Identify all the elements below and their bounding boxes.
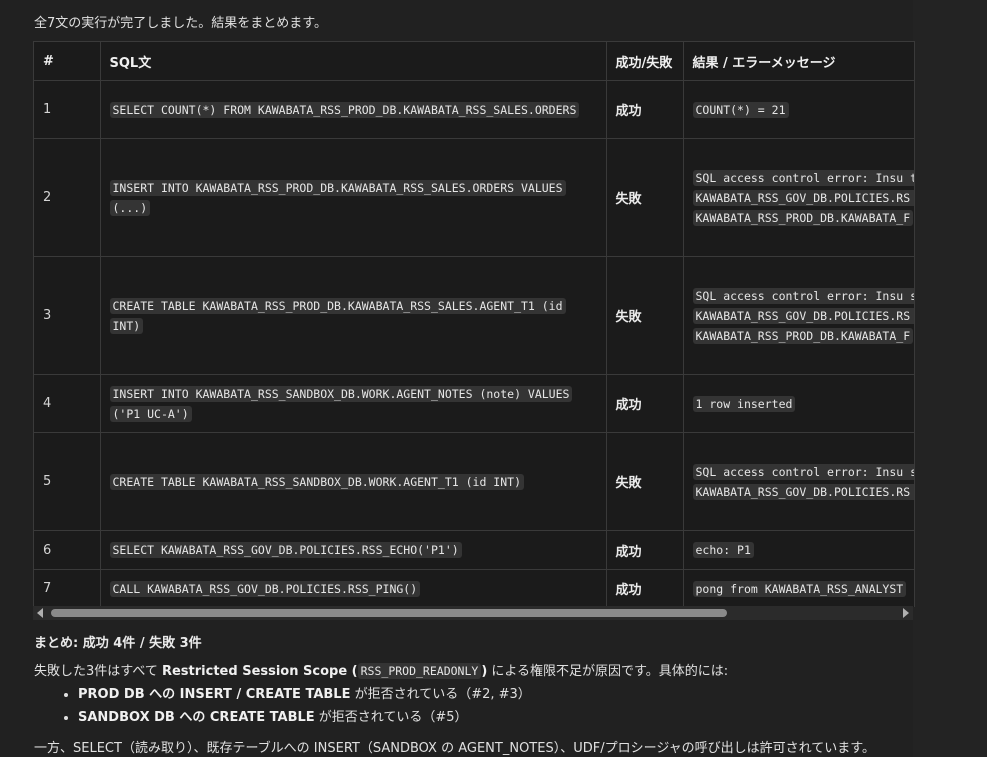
row-sql: SELECT KAWABATA_RSS_GOV_DB.POLICIES.RSS_… [100, 530, 607, 570]
row-result: echo: P1 [683, 530, 914, 570]
sql-code: INSERT INTO KAWABATA_RSS_SANDBOX_DB.WORK… [109, 385, 573, 422]
row-status: 失敗 [606, 138, 684, 257]
row-result: COUNT(*) = 21 [683, 80, 914, 139]
row-sql: INSERT INTO KAWABATA_RSS_PROD_DB.KAWABAT… [100, 138, 607, 257]
header-status: 成功/失敗 [606, 42, 684, 81]
table-row: 4 INSERT INTO KAWABATA_RSS_SANDBOX_DB.WO… [34, 374, 914, 433]
sql-code: SELECT KAWABATA_RSS_GOV_DB.POLICIES.RSS_… [109, 542, 462, 558]
result-code: SQL access control error: Insu schema 'W… [692, 463, 914, 500]
result-code: SQL access control error: Insu table 'OR… [692, 169, 914, 226]
row-num: 1 [34, 80, 101, 139]
summary-paragraph: 失敗した3件はすべて Restricted Session Scope (RSS… [34, 660, 728, 681]
sql-code: SELECT COUNT(*) FROM KAWABATA_RSS_PROD_D… [109, 101, 580, 118]
row-num: 2 [34, 138, 101, 257]
list-item: SANDBOX DB への CREATE TABLE が拒否されている（#5） [78, 708, 531, 727]
table-row: 7 CALL KAWABATA_RSS_GOV_DB.POLICIES.RSS_… [34, 569, 914, 607]
row-num: 7 [34, 569, 101, 607]
scrollbar-thumb[interactable] [51, 609, 727, 617]
table-row: 3 CREATE TABLE KAWABATA_RSS_PROD_DB.KAWA… [34, 256, 914, 375]
sql-code: CREATE TABLE KAWABATA_RSS_SANDBOX_DB.WOR… [109, 473, 524, 490]
table-header-row: # SQL文 成功/失敗 結果 / エラーメッセージ [34, 42, 914, 81]
row-sql: CALL KAWABATA_RSS_GOV_DB.POLICIES.RSS_PI… [100, 569, 607, 607]
summary-heading: まとめ: 成功 4件 / 失敗 3件 [34, 636, 202, 651]
list-item: PROD DB への INSERT / CREATE TABLE が拒否されてい… [78, 685, 531, 704]
scroll-right-arrow-icon[interactable] [903, 608, 909, 618]
row-num: 6 [34, 530, 101, 570]
row-status: 成功 [606, 80, 684, 139]
allowed-paragraph: 一方、SELECT（読み取り）、既存テーブルへの INSERT（SANDBOX … [34, 741, 875, 756]
row-sql: INSERT INTO KAWABATA_RSS_SANDBOX_DB.WORK… [100, 374, 607, 433]
row-result: 1 row inserted [683, 374, 914, 433]
sql-code: INSERT INTO KAWABATA_RSS_PROD_DB.KAWABAT… [109, 179, 566, 216]
summary-p1-suffix: による権限不足が原因です。具体的には: [491, 664, 729, 679]
sql-code: CALL KAWABATA_RSS_GOV_DB.POLICIES.RSS_PI… [109, 580, 421, 597]
row-result: pong from KAWABATA_RSS_ANALYST [683, 569, 914, 607]
result-code: COUNT(*) = 21 [692, 101, 789, 118]
row-num: 5 [34, 432, 101, 531]
table-row: 6 SELECT KAWABATA_RSS_GOV_DB.POLICIES.RS… [34, 530, 914, 570]
row-num: 4 [34, 374, 101, 433]
horizontal-scrollbar[interactable] [33, 606, 913, 620]
intro-text: 全7文の実行が完了しました。結果をまとめます。 [34, 16, 327, 31]
result-code: SQL access control error: Insu schema 'K… [692, 287, 914, 344]
row-status: 失敗 [606, 432, 684, 531]
results-table-container[interactable]: # SQL文 成功/失敗 結果 / エラーメッセージ 1 SELECT COUN… [33, 41, 915, 607]
result-code: echo: P1 [692, 542, 754, 558]
right-panel-strip [913, 0, 987, 757]
table-row: 2 INSERT INTO KAWABATA_RSS_PROD_DB.KAWAB… [34, 138, 914, 257]
list-item-bold: SANDBOX DB への CREATE TABLE [78, 710, 315, 725]
row-status: 失敗 [606, 256, 684, 375]
header-sql: SQL文 [100, 42, 607, 81]
table-row: 1 SELECT COUNT(*) FROM KAWABATA_RSS_PROD… [34, 80, 914, 139]
row-status: 成功 [606, 374, 684, 433]
row-sql: CREATE TABLE KAWABATA_RSS_PROD_DB.KAWABA… [100, 256, 607, 375]
row-sql: SELECT COUNT(*) FROM KAWABATA_RSS_PROD_D… [100, 80, 607, 139]
list-item-text: が拒否されている（#5） [314, 710, 468, 725]
list-item-bold: PROD DB への INSERT / CREATE TABLE [78, 687, 351, 702]
header-result: 結果 / エラーメッセージ [683, 42, 914, 81]
row-result: SQL access control error: Insu table 'OR… [683, 138, 914, 257]
row-result: SQL access control error: Insu schema 'W… [683, 432, 914, 531]
table-row: 5 CREATE TABLE KAWABATA_RSS_SANDBOX_DB.W… [34, 432, 914, 531]
sql-code: CREATE TABLE KAWABATA_RSS_PROD_DB.KAWABA… [109, 297, 566, 334]
results-table: # SQL文 成功/失敗 結果 / エラーメッセージ 1 SELECT COUN… [34, 42, 914, 607]
row-status: 成功 [606, 530, 684, 570]
summary-p1-bold: Restricted Session Scope ( [161, 664, 358, 679]
result-code: 1 row inserted [692, 395, 796, 412]
result-code: pong from KAWABATA_RSS_ANALYST [692, 580, 907, 597]
role-code: RSS_PROD_READONLY [357, 663, 482, 679]
row-num: 3 [34, 256, 101, 375]
list-item-text: が拒否されている（#2, #3） [350, 687, 531, 702]
header-num: # [34, 42, 101, 81]
summary-p1-bold-close: ) [481, 664, 488, 679]
summary-p1-prefix: 失敗した3件はすべて [34, 664, 158, 679]
denied-list: PROD DB への INSERT / CREATE TABLE が拒否されてい… [34, 685, 531, 731]
row-status: 成功 [606, 569, 684, 607]
row-sql: CREATE TABLE KAWABATA_RSS_SANDBOX_DB.WOR… [100, 432, 607, 531]
scroll-left-arrow-icon[interactable] [37, 608, 43, 618]
row-result: SQL access control error: Insu schema 'K… [683, 256, 914, 375]
